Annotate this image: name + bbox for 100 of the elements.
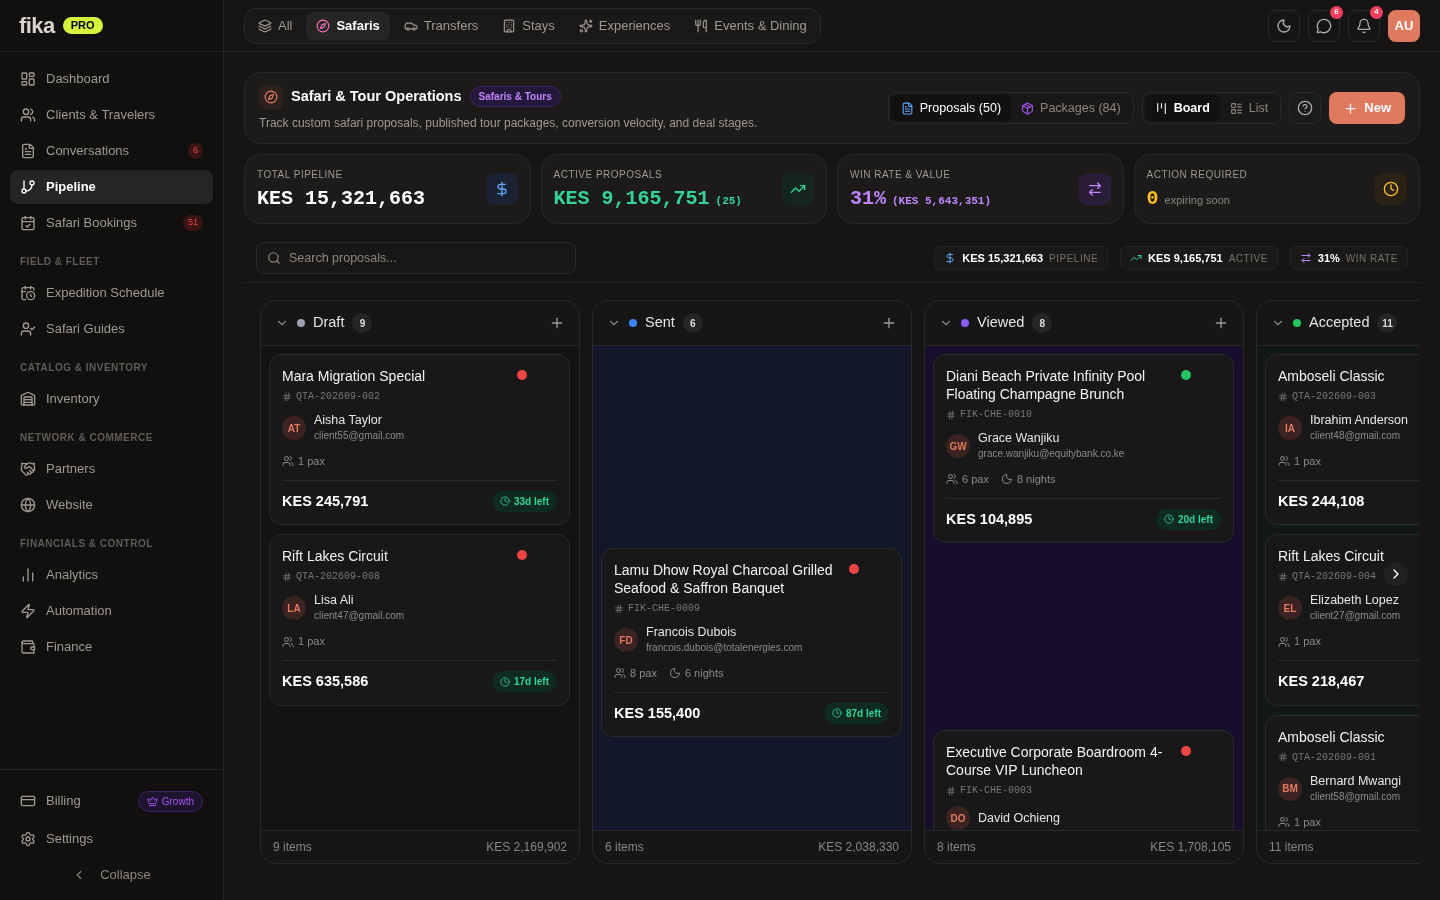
stat-value: KES 15,321,663 [257,187,426,211]
proposal-card[interactable]: Executive Corporate Boardroom 4-Course VIP Luncheon FIK-CHE-0003 DO David Ochieng [933,730,1234,830]
moon-icon [668,667,681,680]
card-title: Mara Migration Special [282,367,427,385]
proposal-card[interactable]: Rift Lakes Circuit QTA-202609-008 LA Lisa Ali client47@gmail.com 1 pax KES 635,586 17d left [269,534,570,706]
stat-value: 31% [850,187,886,211]
dashboard-icon [20,71,36,87]
chip-label: ACTIVE [1228,251,1268,266]
sidebar-item[interactable]: Partners [10,452,213,486]
source-tab[interactable]: Proposals (50) [890,95,1012,121]
bar-chart-icon [20,567,36,583]
proposal-card[interactable]: Rift Lakes Circuit QTA-202609-004 EL Elizabeth Lopez client27@gmail.com 1 pax KES 218,467 [1265,534,1420,706]
sidebar-item[interactable]: Expedition Schedule [10,276,213,310]
swap-icon [1086,181,1103,197]
users-icon [20,107,36,123]
sidebar-item[interactable]: Safari Guides [10,312,213,346]
calendar-icon [20,215,36,231]
proposal-code: FIK-CHE-0003 [960,784,1032,798]
proposal-code: QTA-202609-004 [1292,570,1376,584]
category-tab[interactable]: Transfers [393,11,489,40]
item-count: 6 items [605,839,644,856]
notifications-button[interactable]: 4 [1348,9,1380,42]
category-tab[interactable]: Experiences [568,11,681,40]
handshake-icon [20,461,36,477]
settings-item[interactable]: Settings [10,822,213,856]
people-icon [614,667,626,680]
client-name: David Ochieng [978,810,1060,827]
view-tab[interactable]: List [1219,95,1279,121]
hash-icon [1278,391,1288,402]
item-label: Website [46,496,94,515]
sidebar-item[interactable]: Finance [10,630,213,664]
moon-icon [1000,473,1013,486]
card-title: Rift Lakes Circuit [282,547,389,566]
notification-count: 6 [1330,5,1343,19]
section-heading: NETWORK & COMMERCE [19,431,154,445]
search-field[interactable]: Search proposals... [256,242,576,274]
view-tab[interactable]: Board [1144,95,1220,121]
column-title: Accepted [1309,313,1370,333]
settings-icon [20,831,36,847]
collapse-button[interactable]: Collapse [10,860,213,890]
pax-count: 8 pax [630,666,657,681]
column-count: 11 [1377,313,1398,333]
proposal-code: QTA-202609-008 [296,570,380,584]
brand-logo[interactable]: fika [19,9,55,42]
sidebar-item[interactable]: Inventory [10,382,213,416]
proposal-card[interactable]: Mara Migration Special QTA-202609-002 AT Aisha Taylor client55@gmail.com 1 pax KES 245,791 33d left [269,354,570,526]
sidebar-item[interactable]: Automation [10,594,213,628]
chip-value: KES 9,165,751 [1148,250,1223,266]
card-title: Lamu Dhow Royal Charcoal Grilled Seafood & Saffron Banquet [614,561,834,597]
column-count: 9 [352,313,373,333]
sidebar-item[interactable]: Safari Bookings 51 [10,206,213,240]
amount: KES 245,791 [282,491,369,511]
stat-value: KES 9,165,751 [553,187,710,211]
lightning-icon [20,603,36,619]
user-check-icon [20,321,36,337]
sidebar-item[interactable]: Website [10,488,213,522]
document-icon [900,101,914,115]
category-tab[interactable]: Events & Dining [684,11,817,40]
category-tab[interactable]: Safaris [306,11,390,40]
category-tag: Safaris & Tours [469,86,561,107]
proposal-card[interactable]: Amboseli Classic QTA-202609-003 IA Ibrahim Anderson client48@gmail.com 1 pax KES 244,108 [1265,354,1420,526]
client-name: Ibrahim Anderson [1310,412,1408,428]
globe-icon [20,497,36,513]
source-tab[interactable]: Packages (84) [1011,95,1131,121]
trend-up-icon [1130,252,1143,264]
proposal-card[interactable]: Lamu Dhow Royal Charcoal Grilled Seafood & Saffron Banquet FIK-CHE-0009 FD Francois Dubois francois.dubois@totalenergies.com 8 pax 6 nights KES 155,400 87d left [601,548,902,738]
pax-count: 1 pax [1294,634,1321,650]
notification-count: 4 [1370,5,1383,19]
count-badge: 6 [188,143,203,159]
kanban-icon [1154,101,1168,115]
messages-button[interactable]: 6 [1308,9,1340,42]
sidebar-item[interactable]: Dashboard [10,62,213,96]
sidebar-item[interactable]: Clients & Travelers [10,98,213,132]
category-tab[interactable]: Stays [492,11,565,40]
sidebar-item[interactable]: Analytics [10,558,213,592]
people-icon [1278,635,1290,648]
plus-icon[interactable] [1213,315,1229,331]
sidebar-item[interactable]: Pipeline [10,170,213,204]
proposal-card[interactable]: Diani Beach Private Infinity Pool Floating Champagne Brunch FIK-CHE-0010 GW Grace Wanjiku grace.wanjiku@equitybank.co.ke 6 pax 8 nights KES 104,895 20d left [933,354,1234,544]
stat-note: expiring soon [1164,193,1230,208]
plus-icon[interactable] [549,315,565,331]
category-tab[interactable]: All [248,11,303,40]
proposal-code: FIK-CHE-0010 [960,408,1032,421]
section-heading: FIELD & FLEET [19,255,101,269]
item-label: Partners [46,460,97,479]
plus-icon[interactable] [881,315,897,331]
people-icon [946,473,958,486]
plus-icon [1343,100,1359,116]
sidebar-item[interactable]: Conversations 6 [10,134,213,168]
help-button[interactable] [1289,92,1322,124]
client-email: client27@gmail.com [1310,609,1401,624]
days-left-badge: 33d left [492,490,557,512]
theme-toggle[interactable] [1268,9,1300,42]
utensils-icon [694,18,709,33]
client-name: Bernard Mwangi [1310,772,1401,789]
pax-count: 1 pax [1294,454,1321,469]
client-email: client47@gmail.com [314,609,405,624]
billing-item[interactable]: Billing Growth [10,784,213,818]
sparkles-icon [578,18,593,33]
search-input[interactable]: Search proposals... [289,248,565,268]
